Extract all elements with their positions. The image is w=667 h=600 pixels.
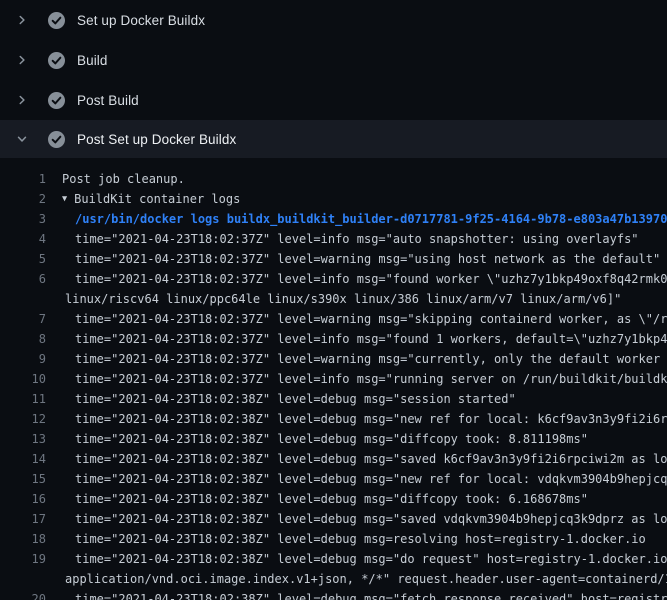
log-line: 17 time="2021-04-23T18:02:38Z" level=deb…	[0, 509, 667, 529]
log-text: time="2021-04-23T18:02:37Z" level=info m…	[75, 369, 667, 389]
workflow-log-viewer: Set up Docker Buildx Build P	[0, 0, 667, 600]
log-line: 1 Post job cleanup.	[0, 169, 667, 189]
log-line: 18 time="2021-04-23T18:02:38Z" level=deb…	[0, 529, 667, 549]
log-viewer: 1 Post job cleanup. 2 ▼ BuildKit containe…	[0, 158, 667, 600]
line-number[interactable]: 14	[0, 449, 46, 469]
log-line: 14 time="2021-04-23T18:02:38Z" level=deb…	[0, 449, 667, 469]
log-text: time="2021-04-23T18:02:38Z" level=debug …	[75, 549, 667, 569]
line-number[interactable]: 15	[0, 469, 46, 489]
step-header-post-set-up-docker-buildx[interactable]: Post Set up Docker Buildx	[0, 120, 667, 158]
line-number[interactable]: 10	[0, 369, 46, 389]
log-text: time="2021-04-23T18:02:38Z" level=debug …	[75, 449, 667, 469]
log-text: application/vnd.oci.image.index.v1+json,…	[65, 569, 667, 589]
step-header-build[interactable]: Build	[0, 40, 667, 80]
log-text: BuildKit container logs	[74, 189, 240, 209]
step-label: Post Build	[77, 93, 139, 108]
log-line: 10 time="2021-04-23T18:02:37Z" level=inf…	[0, 369, 667, 389]
log-line: 8 time="2021-04-23T18:02:37Z" level=info…	[0, 329, 667, 349]
line-number[interactable]: 19	[0, 549, 46, 569]
line-number[interactable]: 17	[0, 509, 46, 529]
line-number[interactable]: 18	[0, 529, 46, 549]
line-number[interactable]: 1	[0, 169, 46, 189]
log-text: time="2021-04-23T18:02:37Z" level=info m…	[75, 329, 667, 349]
step-label: Set up Docker Buildx	[77, 13, 205, 28]
line-number[interactable]: 9	[0, 349, 46, 369]
step-label: Post Set up Docker Buildx	[77, 132, 236, 147]
log-text: time="2021-04-23T18:02:38Z" level=debug …	[75, 469, 667, 489]
line-number[interactable]: 8	[0, 329, 46, 349]
log-line: 9 time="2021-04-23T18:02:37Z" level=warn…	[0, 349, 667, 369]
log-command-text: /usr/bin/docker logs buildx_buildkit_bui…	[75, 209, 667, 229]
line-number[interactable]: 5	[0, 249, 46, 269]
log-group-toggle-icon[interactable]: ▼	[62, 189, 67, 209]
step-label: Build	[77, 53, 108, 68]
log-line: 16 time="2021-04-23T18:02:38Z" level=deb…	[0, 489, 667, 509]
log-line: 4 time="2021-04-23T18:02:37Z" level=info…	[0, 229, 667, 249]
log-line: 5 time="2021-04-23T18:02:37Z" level=warn…	[0, 249, 667, 269]
log-line: 3 /usr/bin/docker logs buildx_buildkit_b…	[0, 209, 667, 229]
log-text: time="2021-04-23T18:02:38Z" level=debug …	[75, 389, 516, 409]
log-line: 19 time="2021-04-23T18:02:38Z" level=deb…	[0, 549, 667, 569]
line-number[interactable]: 11	[0, 389, 46, 409]
log-line: 20 time="2021-04-23T18:02:38Z" level=deb…	[0, 589, 667, 600]
line-number[interactable]: 16	[0, 489, 46, 509]
log-line: application/vnd.oci.image.index.v1+json,…	[0, 569, 667, 589]
log-text: time="2021-04-23T18:02:37Z" level=warnin…	[75, 349, 667, 369]
log-text: time="2021-04-23T18:02:37Z" level=info m…	[75, 229, 639, 249]
log-line: 7 time="2021-04-23T18:02:37Z" level=warn…	[0, 309, 667, 329]
log-line: linux/riscv64 linux/ppc64le linux/s390x …	[0, 289, 667, 309]
log-text: time="2021-04-23T18:02:37Z" level=info m…	[75, 269, 667, 289]
log-text: time="2021-04-23T18:02:37Z" level=warnin…	[75, 309, 667, 329]
log-text: time="2021-04-23T18:02:38Z" level=debug …	[75, 409, 667, 429]
line-number[interactable]: 12	[0, 409, 46, 429]
log-text: Post job cleanup.	[62, 169, 185, 189]
line-number[interactable]: 13	[0, 429, 46, 449]
check-circle-icon	[48, 52, 65, 69]
chevron-right-icon[interactable]	[14, 12, 30, 28]
line-number[interactable]: 2	[0, 189, 46, 209]
chevron-right-icon[interactable]	[14, 52, 30, 68]
line-number[interactable]: 3	[0, 209, 46, 229]
log-text: time="2021-04-23T18:02:38Z" level=debug …	[75, 589, 667, 600]
log-text: time="2021-04-23T18:02:38Z" level=debug …	[75, 509, 667, 529]
step-header-set-up-docker-buildx[interactable]: Set up Docker Buildx	[0, 0, 667, 40]
steps-list: Set up Docker Buildx Build P	[0, 0, 667, 158]
chevron-right-icon[interactable]	[14, 92, 30, 108]
log-line: 11 time="2021-04-23T18:02:38Z" level=deb…	[0, 389, 667, 409]
check-circle-icon	[48, 92, 65, 109]
log-line: 6 time="2021-04-23T18:02:37Z" level=info…	[0, 269, 667, 289]
log-line: 12 time="2021-04-23T18:02:38Z" level=deb…	[0, 409, 667, 429]
log-line: 15 time="2021-04-23T18:02:38Z" level=deb…	[0, 469, 667, 489]
step-header-post-build[interactable]: Post Build	[0, 80, 667, 120]
line-number[interactable]	[0, 289, 46, 309]
check-circle-icon	[48, 12, 65, 29]
log-text: time="2021-04-23T18:02:37Z" level=warnin…	[75, 249, 660, 269]
log-line: 2 ▼ BuildKit container logs	[0, 189, 667, 209]
log-text: time="2021-04-23T18:02:38Z" level=debug …	[75, 529, 646, 549]
log-text: time="2021-04-23T18:02:38Z" level=debug …	[75, 429, 588, 449]
check-circle-icon	[48, 131, 65, 148]
line-number[interactable]: 4	[0, 229, 46, 249]
log-line: 13 time="2021-04-23T18:02:38Z" level=deb…	[0, 429, 667, 449]
line-number[interactable]: 6	[0, 269, 46, 289]
chevron-down-icon[interactable]	[14, 131, 30, 147]
log-text: time="2021-04-23T18:02:38Z" level=debug …	[75, 489, 588, 509]
line-number[interactable]: 20	[0, 589, 46, 600]
log-text: linux/riscv64 linux/ppc64le linux/s390x …	[65, 289, 621, 309]
line-number[interactable]: 7	[0, 309, 46, 329]
line-number[interactable]	[0, 569, 46, 589]
